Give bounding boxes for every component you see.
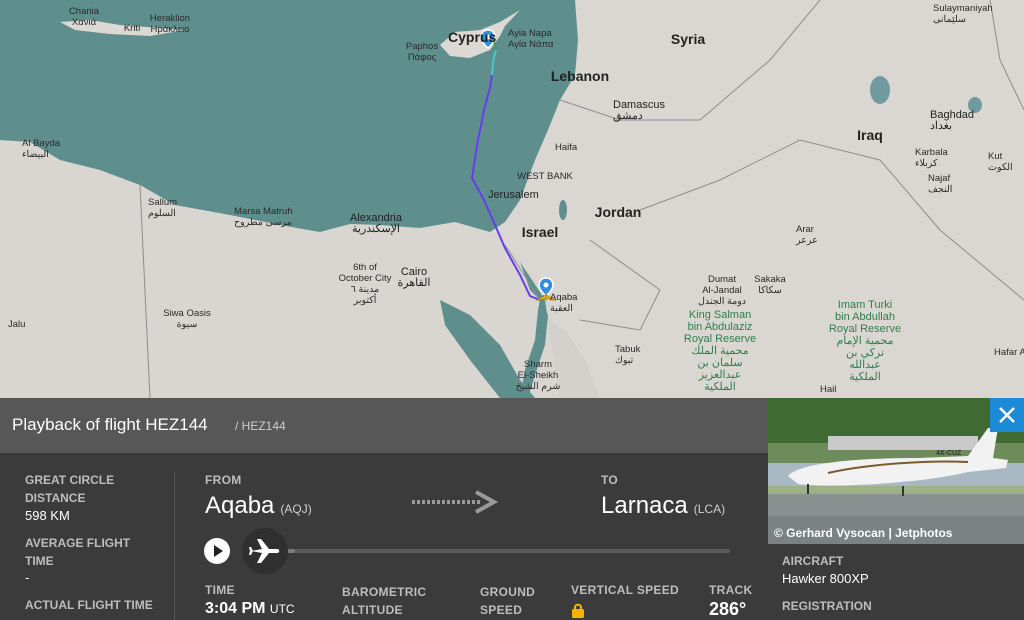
vertical-speed-label: VERTICAL SPEED: [571, 583, 679, 597]
map-label-alexandria: Alexandria الإسكندرية: [350, 212, 403, 235]
to-city: Larnaca: [601, 492, 688, 519]
map-label-jalu: Jalu: [8, 319, 25, 330]
photo-credit[interactable]: © Gerhard Vysocan | Jetphotos: [774, 526, 952, 540]
aircraft-panel: 4X-CUZ © Gerhard Vysocan | Jetphotos AIR…: [768, 398, 1024, 620]
track-value: 286°: [709, 599, 747, 619]
great-circle-value: 598 KM: [25, 508, 70, 523]
to-code: (LCA): [693, 502, 726, 516]
page-title: Playback of flight HEZ144: [12, 415, 208, 434]
map-label-paphos: Paphos Πάφος: [406, 41, 438, 63]
map-label-heraklion: Heraklion Ηράκλειο: [150, 13, 190, 35]
to-label: TO: [601, 473, 619, 487]
time-value: 3:04 PM UTC: [205, 600, 295, 618]
map-label-jerusalem: Jerusalem: [488, 189, 539, 201]
time-unit: UTC: [269, 602, 295, 616]
map-label-kriti: Kriti: [124, 23, 140, 34]
flight-info-panel: Playback of flight HEZ144 / HEZ144 GREAT…: [0, 398, 768, 620]
map-label-west-bank: WEST BANK: [517, 171, 573, 182]
aircraft-label: AIRCRAFT: [782, 554, 844, 568]
map-label-sallum: Sallum السلوم: [148, 197, 177, 219]
lock-icon[interactable]: [571, 602, 585, 618]
arrow-right-icon: [412, 490, 499, 514]
baro-altitude-label: BAROMETRIC ALTITUDE: [342, 585, 427, 617]
map-label-chania: Chania Χανιά: [69, 6, 100, 28]
close-button[interactable]: [990, 398, 1024, 432]
plane-icon: [249, 539, 280, 563]
divider: [174, 472, 175, 620]
tail-registration: 4X-CUZ: [936, 450, 962, 457]
avg-time-label: AVERAGE FLIGHT TIME: [25, 536, 131, 568]
actual-time-label: ACTUAL FLIGHT TIME: [25, 598, 153, 612]
from-airport[interactable]: Aqaba (AQJ): [205, 492, 312, 520]
aircraft-value: Hawker 800XP: [782, 571, 869, 586]
great-circle-label: GREAT CIRCLE DISTANCE: [25, 473, 115, 505]
flight-map[interactable]: Chania Χανιά Heraklion Ηράκλειο Kriti Cyprus A…: [0, 0, 1024, 398]
title-bar: Playback of flight HEZ144 / HEZ144: [0, 398, 768, 453]
to-airport[interactable]: Larnaca (LCA): [601, 492, 725, 520]
map-label-iraq: Iraq: [857, 127, 883, 143]
map-label-syria: Syria: [671, 31, 705, 47]
flight-code-subtitle: / HEZ144: [235, 419, 286, 433]
track-label: TRACK: [709, 583, 753, 597]
map-label-cairo: Cairo القاهرة: [398, 266, 431, 289]
map-label-israel: Israel: [522, 224, 559, 240]
map-label-hail: Hail: [820, 384, 836, 395]
map-label-jordan: Jordan: [595, 204, 642, 220]
time-label: TIME: [205, 583, 235, 597]
ground-speed-label: GROUND SPEED: [480, 585, 536, 617]
play-button[interactable]: [204, 538, 230, 564]
map-label-hafar: Hafar A: [994, 347, 1024, 358]
from-label: FROM: [205, 473, 242, 487]
playback-track[interactable]: [286, 549, 730, 553]
map-label-sakaka: Sakaka سكاكا: [754, 274, 786, 296]
time-clock: 3:04 PM: [205, 600, 266, 617]
map-label-marsa-matruh: Marsa Matruh مرسى مطروح: [234, 206, 293, 228]
avg-time-value: -: [25, 570, 30, 585]
from-code: (AQJ): [280, 502, 312, 516]
close-icon: [999, 407, 1015, 423]
map-label-lebanon: Lebanon: [551, 68, 609, 84]
from-city: Aqaba: [205, 492, 275, 519]
registration-label: REGISTRATION: [782, 599, 872, 613]
map-label-haifa: Haifa: [555, 142, 578, 153]
playback-handle[interactable]: [242, 528, 288, 574]
map-label-ayia-napa: Ayia Napa Αγία Νάπα: [508, 28, 554, 50]
map-label-cyprus: Cyprus: [448, 29, 496, 45]
map-label-najaf: Najaf النجف: [928, 173, 952, 195]
aircraft-photo[interactable]: 4X-CUZ: [768, 398, 1024, 544]
